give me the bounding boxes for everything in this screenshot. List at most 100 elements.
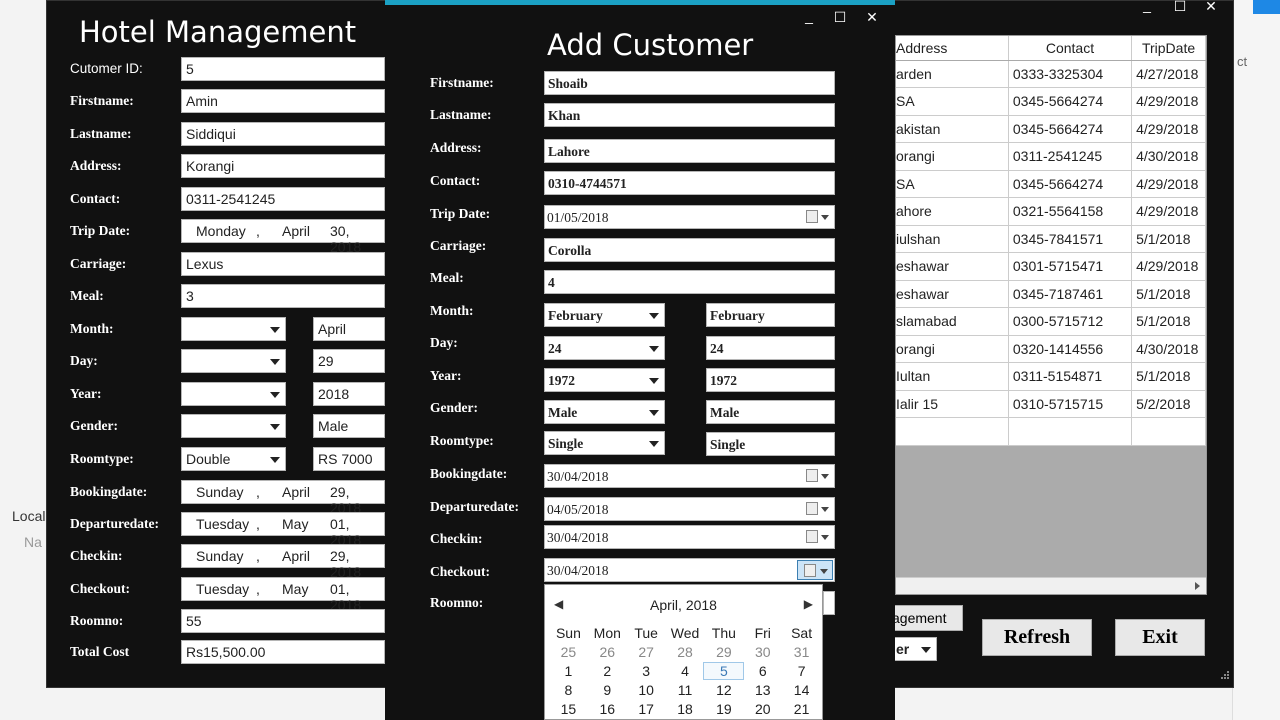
col-tripdate[interactable]: TripDate [1131,36,1206,61]
cell-contact[interactable]: 0320-1414556 [1008,335,1133,363]
dlg-lastname-field[interactable]: Khan [544,103,835,127]
exit-button[interactable]: Exit [1115,619,1205,656]
calendar-dropdown-button[interactable] [804,530,830,545]
cell-tripdate[interactable]: 4/29/2018 [1131,252,1206,281]
dlg-roomtype-select[interactable]: Single [544,431,665,455]
roomno-field[interactable]: 55 [181,609,385,633]
day-select[interactable] [181,349,286,373]
dlg-address-field[interactable]: Lahore [544,139,835,163]
cell-address[interactable] [896,417,1009,446]
dlg-tripdate-picker[interactable]: 01/05/2018 [544,205,835,229]
dlg-meal-field[interactable]: 4 [544,270,835,294]
cell-contact[interactable]: 0345-5664274 [1008,170,1133,198]
cell-address[interactable]: orangi [896,142,1009,171]
calendar-day[interactable]: 7 [782,663,821,679]
dlg-month-text[interactable]: February [706,303,835,327]
table-row[interactable] [896,417,1206,446]
table-row[interactable]: Ialir 15 0310-5715715 5/2/2018 [896,390,1206,418]
dlg-checkin-picker[interactable]: 30/04/2018 [544,525,835,549]
calendar-day[interactable]: 18 [666,701,705,717]
cell-address[interactable]: orangi [896,335,1009,363]
calendar-day[interactable]: 8 [549,682,588,698]
checkin-picker[interactable]: Sunday , April 29, 2018 [181,544,385,580]
calendar-day[interactable]: 6 [743,663,782,679]
cell-tripdate[interactable]: 5/2/2018 [1131,390,1206,418]
cell-address[interactable]: Ialir 15 [896,390,1009,418]
gender-select[interactable] [181,414,286,438]
calendar-day[interactable]: 4 [666,663,705,679]
cell-tripdate[interactable]: 4/27/2018 [1131,60,1206,88]
scroll-right-icon[interactable] [1195,582,1200,590]
calendar-day[interactable]: 3 [627,663,666,679]
table-row[interactable]: eshawar 0345-7187461 5/1/2018 [896,280,1206,308]
firstname-field[interactable]: Amin [181,89,385,113]
cell-contact[interactable]: 0301-5715471 [1008,252,1133,281]
dlg-bookingdate-picker[interactable]: 30/04/2018 [544,464,835,488]
maximize-icon[interactable]: ☐ [1169,0,1191,15]
cell-address[interactable]: SA [896,170,1009,198]
table-row[interactable]: iulshan 0345-7841571 5/1/2018 [896,225,1206,253]
cell-tripdate[interactable]: 5/1/2018 [1131,362,1206,391]
table-row[interactable]: ahore 0321-5564158 4/29/2018 [896,197,1206,226]
totalcost-field[interactable]: Rs15,500.00 [181,640,385,664]
lastname-field[interactable]: Siddiqui [181,122,385,146]
dlg-firstname-field[interactable]: Shoaib [544,71,835,95]
calendar-day[interactable]: 5 [703,662,745,680]
calendar-dropdown-button[interactable] [804,502,830,517]
calendar-day[interactable]: 17 [627,701,666,717]
table-row[interactable]: arden 0333-3325304 4/27/2018 [896,60,1206,88]
tripdate-picker[interactable]: Monday , April 30, 2018 [181,219,385,255]
year-select[interactable] [181,382,286,406]
cell-address[interactable]: slamabad [896,307,1009,336]
calendar-day[interactable]: 31 [782,644,821,660]
day-text[interactable]: 29 [313,349,385,373]
checkout-picker[interactable]: Tuesday , May 01, 2018 [181,577,385,613]
cell-tripdate[interactable]: 4/29/2018 [1131,197,1206,226]
cell-address[interactable]: ahore [896,197,1009,226]
col-address[interactable]: Address [896,36,1009,61]
calendar-day[interactable]: 2 [588,663,627,679]
customers-grid[interactable]: Address Contact TripDate arden 0333-33253… [895,35,1207,595]
cell-address[interactable]: SA [896,87,1009,116]
gender-text[interactable]: Male [313,414,385,438]
calendar-day[interactable]: 1 [549,663,588,679]
cell-contact[interactable] [1008,417,1133,446]
dlg-checkout-picker[interactable]: 30/04/2018 [544,558,835,582]
calendar-day[interactable]: 9 [588,682,627,698]
cell-tripdate[interactable]: 5/1/2018 [1131,307,1206,336]
meal-field[interactable]: 3 [181,284,385,308]
cell-address[interactable]: eshawar [896,280,1009,308]
bookingdate-picker[interactable]: Sunday , April 29, 2018 [181,480,385,516]
month-text[interactable]: April [313,317,385,341]
cell-tripdate[interactable]: 4/29/2018 [1131,170,1206,198]
cell-address[interactable]: Iultan [896,362,1009,391]
calendar-day[interactable]: 19 [704,701,743,717]
table-row[interactable]: Iultan 0311-5154871 5/1/2018 [896,362,1206,391]
dlg-year-text[interactable]: 1972 [706,368,835,392]
cell-tripdate[interactable]: 4/29/2018 [1131,87,1206,116]
cell-contact[interactable]: 0345-5664274 [1008,115,1133,143]
departuredate-picker[interactable]: Tuesday , May 01, 2018 [181,512,385,548]
customer-id-field[interactable]: 5 [181,57,385,81]
horizontal-scrollbar[interactable] [896,577,1206,594]
dlg-departuredate-picker[interactable]: 04/05/2018 [544,497,835,521]
roomtype-select[interactable]: Double [181,447,286,471]
calendar-dropdown-button[interactable] [804,469,830,484]
dialog-close-icon[interactable]: ✕ [861,9,883,26]
dlg-gender-text[interactable]: Male [706,400,835,424]
minimize-icon[interactable]: _ [1136,0,1158,13]
table-row[interactable]: akistan 0345-5664274 4/29/2018 [896,115,1206,143]
table-row[interactable]: SA 0345-5664274 4/29/2018 [896,87,1206,116]
cell-tripdate[interactable] [1131,417,1206,446]
calendar-day[interactable]: 21 [782,701,821,717]
partial-select[interactable]: er [891,637,937,661]
table-row[interactable]: orangi 0311-2541245 4/30/2018 [896,142,1206,171]
calendar-day[interactable]: 28 [666,644,705,660]
calendar-day[interactable]: 10 [627,682,666,698]
calendar-day[interactable]: 11 [666,682,705,698]
carriage-field[interactable]: Lexus [181,252,385,276]
cell-contact[interactable]: 0311-5154871 [1008,362,1133,391]
dialog-minimize-icon[interactable]: _ [798,8,820,24]
table-row[interactable]: orangi 0320-1414556 4/30/2018 [896,335,1206,363]
dlg-contact-field[interactable]: 0310-4744571 [544,171,835,195]
